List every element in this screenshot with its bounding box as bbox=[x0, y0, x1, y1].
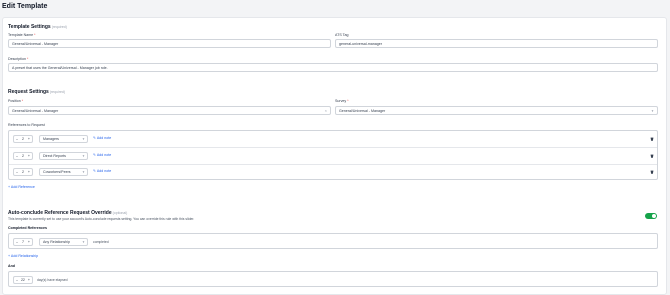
survey-select[interactable]: General/Universal - Manager ▼ bbox=[335, 106, 658, 115]
minus-icon[interactable]: – bbox=[16, 170, 18, 174]
description-input[interactable]: A preset that uses the General/Universal… bbox=[8, 63, 658, 72]
add-relationship-label: Add Relationship bbox=[10, 254, 39, 258]
chevron-down-icon: ▼ bbox=[651, 108, 654, 113]
minus-icon[interactable]: – bbox=[16, 240, 18, 244]
template-name-input[interactable]: General/Universal - Manager bbox=[8, 39, 331, 48]
auto-conclude-title: Auto-conclude Reference Request Override bbox=[8, 210, 112, 216]
reference-row: –2 + Direct Reports ▼ ✎ Add note bbox=[9, 148, 657, 165]
add-note-link[interactable]: ✎ Add note bbox=[93, 153, 111, 157]
add-reference-label: Add Reference bbox=[10, 185, 35, 189]
add-reference-button[interactable]: + Add Reference bbox=[8, 185, 35, 189]
reference-type: Coworkers/Peers bbox=[43, 170, 71, 174]
reference-type: Managers bbox=[43, 137, 59, 141]
optional-tag: (optional) bbox=[112, 211, 128, 215]
template-settings-title: Template Settings bbox=[8, 24, 51, 30]
reference-type: Direct Reports bbox=[43, 154, 66, 158]
completed-references-label: Completed References bbox=[8, 226, 47, 230]
reference-count-stepper[interactable]: –2 + bbox=[13, 152, 33, 160]
position-label: Position * bbox=[8, 99, 23, 103]
days-stepper[interactable]: –22 + bbox=[13, 276, 33, 284]
required-tag: (required) bbox=[49, 90, 66, 94]
pencil-icon: ✎ bbox=[93, 153, 97, 157]
chevron-down-icon: ▼ bbox=[82, 154, 85, 158]
plus-icon: + bbox=[8, 185, 11, 189]
chevron-down-icon: ▼ bbox=[82, 170, 85, 174]
plus-icon[interactable]: + bbox=[28, 278, 30, 282]
completed-references-row: –7 + Any Relationship ▼ completed bbox=[8, 233, 658, 249]
reference-type-select[interactable]: Direct Reports ▼ bbox=[39, 152, 88, 160]
auto-conclude-heading: Auto-conclude Reference Request Override… bbox=[8, 210, 127, 216]
days-count: 22 bbox=[20, 278, 25, 282]
reference-count-stepper[interactable]: –2 + bbox=[13, 135, 33, 143]
request-settings-title: Request Settings bbox=[8, 89, 49, 95]
auto-conclude-description: This template is currently set to use yo… bbox=[8, 217, 195, 221]
template-name-label: Template Name * bbox=[8, 33, 36, 37]
position-value: General/Universal - Manager bbox=[12, 108, 59, 113]
pencil-icon: ✎ bbox=[93, 169, 97, 173]
toggle-knob bbox=[652, 214, 656, 218]
plus-icon: + bbox=[8, 254, 11, 258]
plus-icon[interactable]: + bbox=[28, 240, 30, 244]
clear-icon[interactable]: × bbox=[325, 108, 327, 113]
reference-row: –2 + Coworkers/Peers ▼ ✎ Add note bbox=[9, 165, 657, 180]
references-label: References to Request bbox=[8, 123, 45, 127]
request-settings-heading: Request Settings(required) bbox=[8, 89, 65, 95]
survey-label: Survey * bbox=[335, 99, 349, 103]
template-form-card: Template Settings(required) Template Nam… bbox=[2, 17, 667, 295]
ats-tag-input[interactable]: general-universal-manager bbox=[335, 39, 658, 48]
trash-icon[interactable] bbox=[650, 137, 654, 141]
required-tag: (required) bbox=[51, 25, 67, 29]
reference-row: –2 + Managers ▼ ✎ Add note bbox=[9, 131, 657, 148]
minus-icon[interactable]: – bbox=[16, 137, 18, 141]
and-label: And bbox=[8, 264, 15, 268]
reference-type-select[interactable]: Managers ▼ bbox=[39, 135, 88, 143]
page-title: Edit Template bbox=[2, 3, 48, 10]
position-select[interactable]: General/Universal - Manager × bbox=[8, 106, 331, 115]
elapsed-days-row: –22 + day(s) have elapsed bbox=[8, 271, 658, 287]
trash-icon[interactable] bbox=[650, 154, 654, 158]
reference-count-stepper[interactable]: –2 + bbox=[13, 168, 33, 176]
chevron-down-icon: ▼ bbox=[82, 137, 85, 141]
minus-icon[interactable]: – bbox=[16, 278, 18, 282]
required-asterisk: * bbox=[34, 33, 36, 37]
pencil-icon: ✎ bbox=[93, 136, 97, 140]
reference-type-select[interactable]: Coworkers/Peers ▼ bbox=[39, 168, 88, 176]
reference-count: 2 bbox=[21, 137, 24, 141]
reference-count: 2 bbox=[21, 154, 24, 158]
add-note-label: Add note bbox=[96, 169, 112, 173]
add-note-label: Add note bbox=[96, 136, 112, 140]
add-note-link[interactable]: ✎ Add note bbox=[93, 136, 111, 140]
survey-value: General/Universal - Manager bbox=[339, 108, 386, 113]
template-name-label-text: Template Name bbox=[8, 33, 34, 37]
completed-count: 7 bbox=[21, 240, 24, 244]
auto-conclude-toggle[interactable] bbox=[645, 213, 657, 219]
completed-count-stepper[interactable]: –7 + bbox=[13, 238, 33, 246]
template-settings-heading: Template Settings(required) bbox=[8, 24, 67, 30]
description-label: Description * bbox=[8, 57, 28, 61]
plus-icon[interactable]: + bbox=[28, 137, 30, 141]
description-label-text: Description bbox=[8, 57, 26, 61]
completed-suffix: completed bbox=[93, 240, 109, 244]
relationship-value: Any Relationship bbox=[43, 240, 70, 244]
plus-icon[interactable]: + bbox=[28, 170, 30, 174]
ats-tag-label: ATS Tag bbox=[335, 33, 349, 37]
relationship-select[interactable]: Any Relationship ▼ bbox=[39, 238, 88, 246]
required-asterisk: * bbox=[21, 99, 24, 103]
trash-icon[interactable] bbox=[650, 170, 654, 174]
minus-icon[interactable]: – bbox=[16, 154, 18, 158]
reference-count: 2 bbox=[21, 170, 24, 174]
references-list: –2 + Managers ▼ ✎ Add note –2 + Direct Repo… bbox=[8, 130, 658, 180]
required-asterisk: * bbox=[347, 99, 349, 103]
add-relationship-button[interactable]: + Add Relationship bbox=[8, 254, 38, 258]
add-note-label: Add note bbox=[96, 153, 112, 157]
survey-label-text: Survey bbox=[335, 99, 347, 103]
days-suffix: day(s) have elapsed bbox=[37, 278, 68, 282]
position-label-text: Position bbox=[8, 99, 21, 103]
plus-icon[interactable]: + bbox=[28, 154, 30, 158]
add-note-link[interactable]: ✎ Add note bbox=[93, 169, 111, 173]
required-asterisk: * bbox=[26, 57, 29, 61]
chevron-down-icon: ▼ bbox=[82, 240, 85, 244]
